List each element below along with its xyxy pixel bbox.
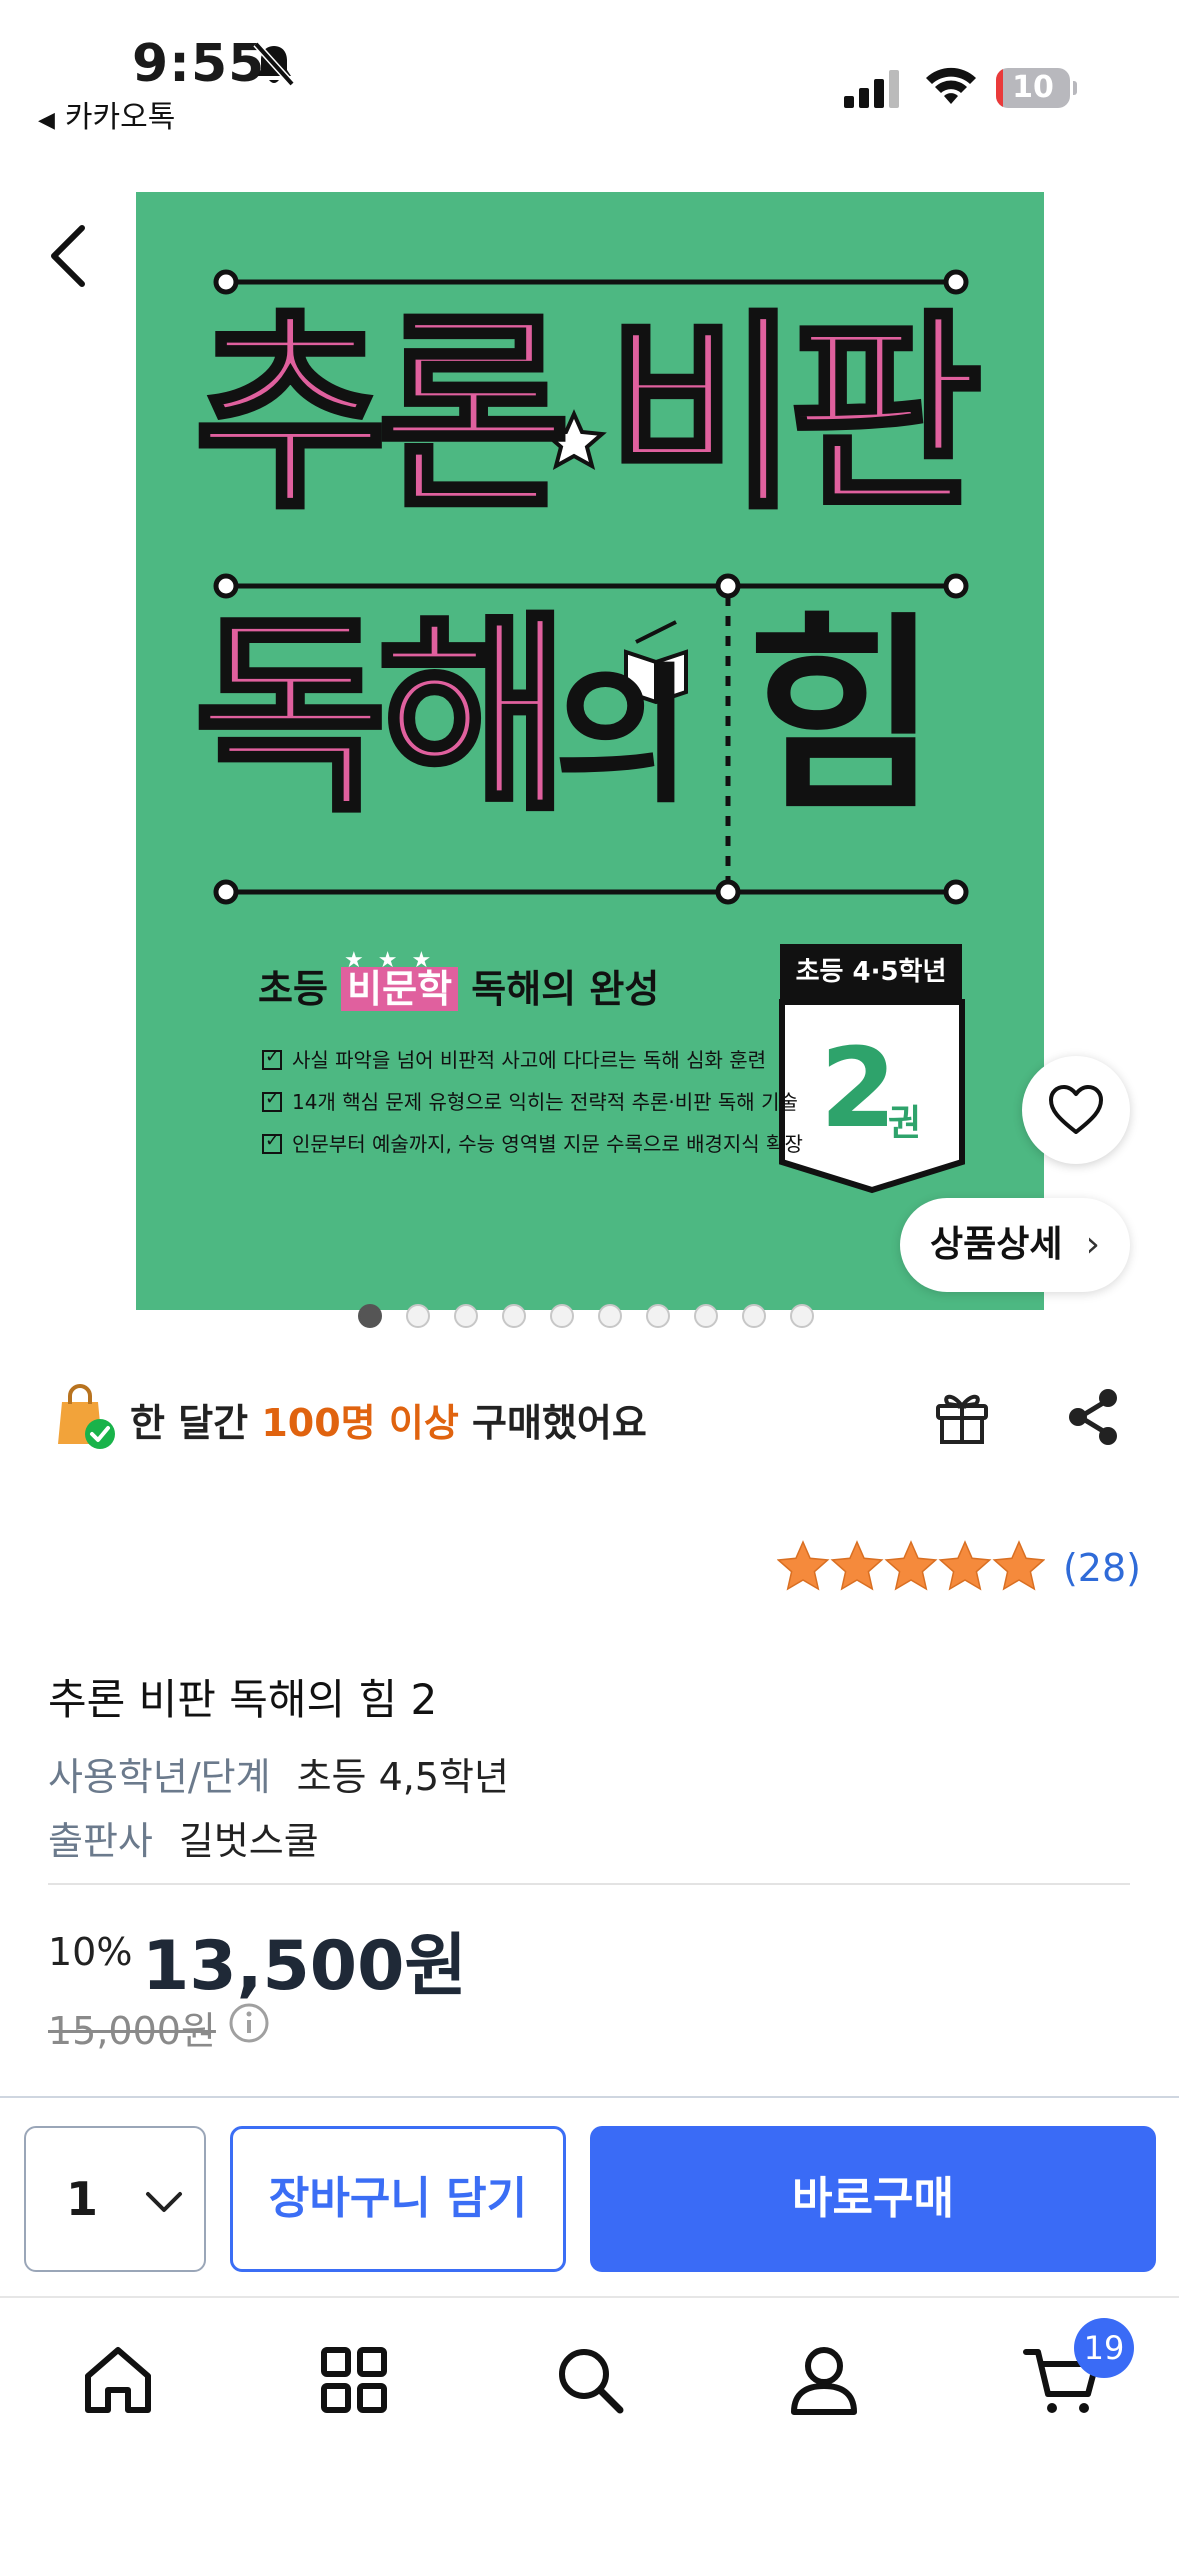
shopping-bag-icon <box>58 1384 115 1449</box>
cover-subtitle: 초등 비문학 독해의 완성 <box>258 967 660 1011</box>
chevron-right-icon: › <box>1085 1224 1100 1265</box>
pagination-dot[interactable] <box>742 1304 766 1328</box>
wishlist-button[interactable] <box>1022 1056 1130 1164</box>
spec-value: 길벗스쿨 <box>178 1819 319 1863</box>
checkbox-icon <box>262 1048 282 1070</box>
category-icon[interactable] <box>314 2340 394 2420</box>
image-pagination-dots <box>358 1304 838 1330</box>
cover-title-chuRon: 추론 <box>191 292 572 537</box>
cellular-signal-icon <box>844 70 899 108</box>
search-icon[interactable] <box>550 2340 630 2420</box>
spec-row-grade: 사용학년/단계 초등 4,5학년 <box>48 1746 509 1801</box>
pagination-dot[interactable] <box>454 1304 478 1328</box>
info-icon[interactable] <box>228 2002 270 2044</box>
star-icon <box>938 1540 992 1591</box>
checkbox-icon <box>262 1090 282 1112</box>
product-cover-image[interactable]: 추론 비판 독해 의 힘 ★★★ 초등 비문학 독해의 완성 사실 파악을 넘어… <box>136 192 1044 1310</box>
cover-title-him: 힘 <box>746 594 940 839</box>
cover-badge-number: 2 <box>820 1024 897 1152</box>
product-title: 추론 비판 독해의 힘 2 <box>48 1675 438 1724</box>
spec-key: 사용학년/단계 <box>48 1755 271 1799</box>
pagination-dot-active[interactable] <box>358 1304 382 1328</box>
purchase-prefix: 한 달간 <box>130 1401 249 1445</box>
gift-icon[interactable] <box>932 1386 992 1448</box>
pagination-dot[interactable] <box>646 1304 670 1328</box>
divider <box>48 1883 1130 1885</box>
back-triangle-icon: ◀ <box>38 108 55 133</box>
cover-subtitle-pre: 초등 <box>258 967 328 1011</box>
cover-title-ui: 의 <box>554 650 693 824</box>
share-icon[interactable] <box>1064 1386 1124 1448</box>
cover-title-dokhae: 독해 <box>191 594 572 839</box>
wifi-icon <box>926 67 976 104</box>
purchase-count-text: 한 달간 100명 이상 구매했어요 <box>130 1392 647 1447</box>
status-bar: 9:55 ◀ 카카오톡 10 <box>0 0 1179 140</box>
review-count[interactable]: (28) <box>1063 1546 1141 1590</box>
spec-value: 초등 4,5학년 <box>296 1755 509 1799</box>
cart-count-badge: 19 <box>1074 2318 1134 2378</box>
pagination-dot[interactable] <box>598 1304 622 1328</box>
my-page-icon[interactable] <box>784 2340 864 2420</box>
cover-bullet: 14개 핵심 문제 유형으로 익히는 전략적 추론·비판 독해 기술 <box>262 1090 798 1114</box>
home-icon[interactable] <box>78 2340 158 2420</box>
status-time: 9:55 <box>132 34 266 94</box>
back-to-app-link[interactable]: ◀ 카카오톡 <box>38 92 175 136</box>
sale-price: 13,500원 <box>142 1927 467 2006</box>
cover-badge-unit: 권 <box>888 1103 922 1144</box>
heart-icon <box>1049 1085 1103 1134</box>
spec-row-publisher: 출판사 길벗스쿨 <box>48 1810 319 1865</box>
cover-badge-grade: 초등 4·5학년 <box>780 944 962 1000</box>
pagination-dot[interactable] <box>550 1304 574 1328</box>
buy-now-button[interactable]: 바로구매 <box>590 2126 1156 2272</box>
cover-title-bipan: 비판 <box>603 292 984 537</box>
quantity-value: 1 <box>66 2172 99 2226</box>
cover-subtitle-post: 독해의 완성 <box>471 967 660 1011</box>
cover-bullet-text: 14개 핵심 문제 유형으로 익히는 전략적 추론·비판 독해 기술 <box>292 1090 798 1114</box>
cover-volume-badge: 초등 4·5학년 2 권 <box>780 944 962 1184</box>
original-price: 15,000원 <box>48 2009 216 2053</box>
cover-subtitle-highlight: 비문학 <box>341 967 459 1011</box>
purchase-highlight: 100명 이상 <box>261 1401 459 1445</box>
chevron-down-icon <box>146 2192 182 2212</box>
spec-key: 출판사 <box>48 1819 153 1863</box>
product-detail-label: 상품상세 <box>930 1224 1063 1265</box>
bell-off-icon <box>253 41 295 87</box>
pagination-dot[interactable] <box>502 1304 526 1328</box>
discount-rate: 10% <box>48 1930 133 1974</box>
purchase-suffix: 구매했어요 <box>472 1401 647 1445</box>
star-icon <box>992 1540 1045 1591</box>
back-app-label: 카카오톡 <box>64 100 176 135</box>
checkbox-icon <box>262 1132 282 1154</box>
star-icon <box>777 1540 830 1591</box>
pagination-dot[interactable] <box>406 1304 430 1328</box>
cover-bullet-text: 인문부터 예술까지, 수능 영역별 지문 수록으로 배경지식 확장 <box>292 1132 803 1156</box>
add-to-cart-button[interactable]: 장바구니 담기 <box>230 2126 566 2272</box>
cover-bullet-text: 사실 파악을 넘어 비판적 사고에 다다르는 독해 심화 훈련 <box>292 1048 767 1072</box>
back-button[interactable] <box>40 220 100 290</box>
battery-indicator: 10 <box>996 68 1077 108</box>
battery-level-text: 10 <box>1012 70 1054 105</box>
pagination-dot[interactable] <box>790 1304 814 1328</box>
star-icon <box>830 1540 884 1591</box>
rating-stars <box>777 1540 1045 1591</box>
cover-bullet: 사실 파악을 넘어 비판적 사고에 다다르는 독해 심화 훈련 <box>262 1048 767 1072</box>
bottom-tab-bar <box>0 2296 1179 2556</box>
star-icon <box>884 1540 938 1591</box>
rating-summary[interactable]: (28) <box>761 1540 1141 1596</box>
pagination-dot[interactable] <box>694 1304 718 1328</box>
cover-bullet: 인문부터 예술까지, 수능 영역별 지문 수록으로 배경지식 확장 <box>262 1132 803 1156</box>
quantity-select[interactable]: 1 <box>24 2126 206 2272</box>
product-detail-button[interactable]: 상품상세 › <box>900 1198 1130 1292</box>
